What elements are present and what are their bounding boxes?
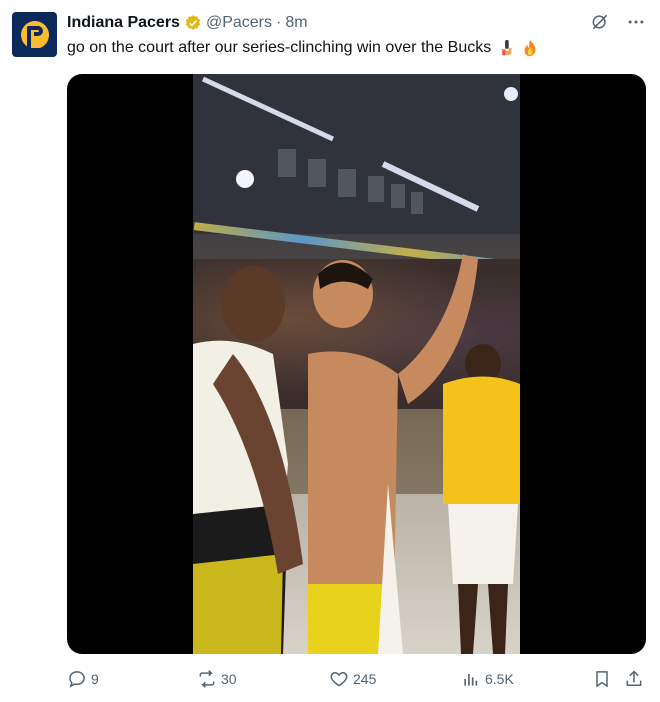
share-button[interactable] xyxy=(624,666,644,692)
separator-dot: · xyxy=(276,14,282,31)
video-player[interactable] xyxy=(193,74,520,654)
fire-emoji xyxy=(524,39,536,57)
microphone-hand-emoji xyxy=(501,39,512,56)
tweet-header: Indiana Pacers @Pacers · 8m xyxy=(67,12,308,34)
like-button[interactable]: 245 xyxy=(329,666,376,692)
reply-count: 9 xyxy=(91,671,99,687)
reply-icon xyxy=(69,671,85,688)
like-icon xyxy=(330,671,348,687)
bookmark-icon xyxy=(596,671,608,688)
repost-icon xyxy=(199,670,215,688)
tweet-tools xyxy=(590,12,646,32)
repost-count: 30 xyxy=(221,671,237,687)
tweet-media[interactable] xyxy=(67,74,646,654)
pacers-logo xyxy=(20,20,49,52)
tweet-body: go on the court after our series-clinchi… xyxy=(67,39,492,56)
tweet-timestamp[interactable]: 8m xyxy=(285,14,307,32)
author-handle[interactable]: @Pacers xyxy=(206,14,272,32)
player-right-image xyxy=(443,344,520,654)
player-left-image xyxy=(193,266,303,654)
verified-badge-icon xyxy=(185,15,201,30)
author-name[interactable]: Indiana Pacers xyxy=(67,14,180,32)
reply-button[interactable]: 9 xyxy=(67,666,99,692)
share-icon xyxy=(626,670,642,686)
arena-ceiling-image xyxy=(193,74,520,234)
views-button[interactable]: 6.5K xyxy=(461,666,514,692)
like-count: 245 xyxy=(353,671,377,687)
repost-button[interactable]: 30 xyxy=(197,666,237,692)
views-count: 6.5K xyxy=(485,671,514,687)
bookmark-button[interactable] xyxy=(592,666,612,692)
author-avatar[interactable] xyxy=(12,12,57,57)
tweet-text: go on the court after our series-clinchi… xyxy=(67,37,539,59)
grok-icon[interactable] xyxy=(590,12,610,32)
tweet-actions: 9 30 245 6.5K xyxy=(67,666,646,692)
more-icon[interactable] xyxy=(626,12,646,32)
views-icon xyxy=(464,674,478,686)
